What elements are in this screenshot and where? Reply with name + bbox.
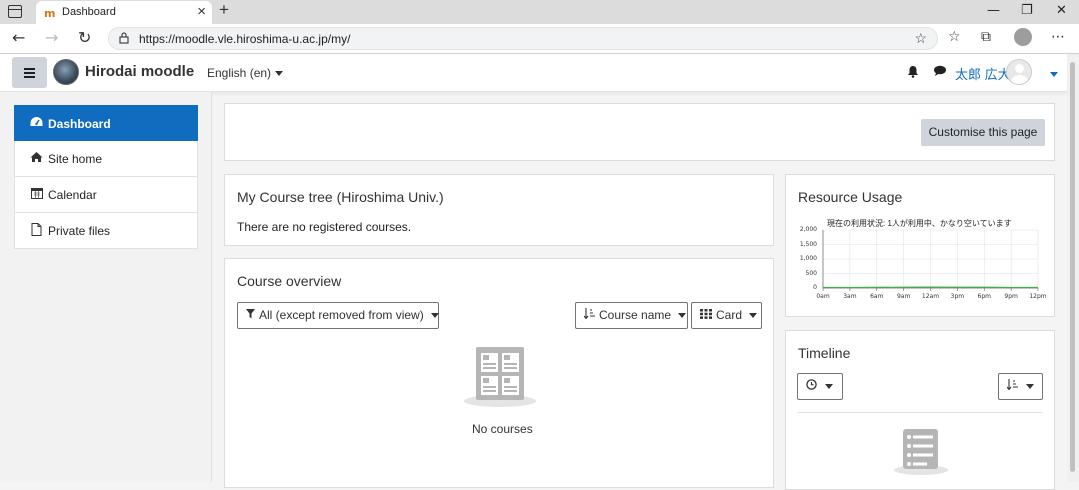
course-view-dropdown[interactable]: Card — [691, 302, 762, 329]
resource-usage-block: Resource Usage 現在の利用状況: 1人が利用中、かなり空いています… — [785, 174, 1055, 317]
calendar-icon — [30, 187, 43, 200]
timeline-title: Timeline — [798, 345, 850, 361]
nav-list: Dashboard Site home Calendar Private fil… — [14, 105, 198, 249]
course-sort-label: Course name — [599, 308, 671, 322]
course-tree-message: There are no registered courses. — [237, 220, 411, 234]
nav-drawer: Dashboard Site home Calendar Private fil… — [0, 92, 212, 482]
chevron-down-icon — [275, 71, 283, 76]
favorite-star-icon[interactable]: ☆ — [914, 30, 927, 47]
lock-icon — [119, 32, 129, 44]
grid-icon — [700, 303, 712, 328]
language-menu[interactable]: English (en) — [207, 66, 283, 80]
moodle-navbar: Hirodai moodle English (en) 太郎 広大 — [0, 54, 1067, 92]
chevron-down-icon — [1026, 384, 1034, 389]
chart-x-tick-label: 6pm — [974, 293, 994, 300]
home-icon — [30, 151, 43, 164]
bell-icon[interactable] — [907, 65, 919, 78]
chart-x-tick-label: 9pm — [1001, 293, 1021, 300]
page-scrollbar[interactable] — [1067, 54, 1079, 482]
chart-y-tick-label: 1,500 — [800, 241, 817, 248]
timeline-day-filter-dropdown[interactable] — [797, 373, 843, 400]
chart-x-tick-label: 12pm — [1028, 293, 1048, 300]
chart-y-tick-label: 2,000 — [800, 226, 817, 233]
timeline-block: Timeline — [785, 330, 1055, 490]
chart-x-tick-label: 9am — [894, 293, 914, 300]
sidebar-item-label: Calendar — [48, 188, 97, 202]
chevron-down-icon — [825, 384, 833, 389]
sidebar-item-label: Dashboard — [48, 117, 111, 131]
drawer-toggle-button[interactable] — [12, 57, 47, 88]
chevron-down-icon — [431, 313, 439, 318]
chart-x-tick-label: 0am — [813, 293, 833, 300]
page-header-card: Customise this page — [224, 103, 1055, 161]
customise-page-button[interactable]: Customise this page — [921, 119, 1045, 146]
collections-icon[interactable]: ⧉ — [981, 29, 991, 45]
course-filter-label: All (except removed from view) — [259, 308, 424, 322]
sidebar-item-private-files[interactable]: Private files — [14, 213, 198, 249]
timeline-sort-dropdown[interactable] — [998, 373, 1043, 400]
dashboard-icon — [30, 116, 43, 129]
chevron-down-icon — [749, 313, 757, 318]
close-tab-icon[interactable]: × — [197, 3, 206, 20]
chart-y-tick-label: 1,000 — [800, 255, 817, 262]
user-name[interactable]: 太郎 広大 — [955, 64, 1011, 83]
chart-x-tick-label: 6am — [867, 293, 887, 300]
filter-icon — [246, 303, 255, 328]
chart-y-tick-label: 0 — [813, 284, 817, 291]
file-icon — [30, 223, 43, 236]
site-name[interactable]: Hirodai moodle — [85, 63, 194, 80]
user-menu-chevron-icon[interactable] — [1046, 66, 1058, 81]
user-avatar[interactable] — [1006, 59, 1032, 85]
timeline-divider — [797, 412, 1043, 413]
browser-tab[interactable]: m Dashboard × — [36, 1, 212, 24]
profile-icon[interactable] — [1014, 28, 1032, 46]
tab-actions-icon[interactable] — [8, 5, 22, 18]
url-field[interactable]: https://moodle.vle.hiroshima-u.ac.jp/my/… — [108, 27, 938, 50]
url-text: https://moodle.vle.hiroshima-u.ac.jp/my/ — [139, 32, 350, 46]
more-options-icon[interactable]: ⋯ — [1051, 29, 1065, 45]
tab-title: Dashboard — [62, 6, 116, 18]
new-tab-icon[interactable]: + — [219, 0, 229, 20]
clock-icon — [806, 374, 817, 399]
chart-x-tick-label: 3pm — [947, 293, 967, 300]
no-events-illustration-icon — [893, 427, 949, 475]
course-overview-block: Course overview All (except removed from… — [224, 258, 774, 488]
close-window-icon[interactable]: ✕ — [1056, 3, 1067, 18]
course-filter-dropdown[interactable]: All (except removed from view) — [237, 302, 439, 329]
sidebar-item-label: Private files — [48, 224, 110, 238]
sidebar-item-site-home[interactable]: Site home — [14, 141, 198, 177]
course-sort-dropdown[interactable]: Course name — [575, 302, 688, 329]
course-view-label: Card — [716, 308, 742, 322]
back-icon[interactable]: ← — [12, 28, 25, 47]
refresh-icon[interactable]: ↻ — [78, 28, 91, 47]
site-logo[interactable] — [53, 59, 79, 85]
sidebar-item-calendar[interactable]: Calendar — [14, 177, 198, 213]
chart-y-tick-label: 500 — [806, 270, 817, 277]
chevron-down-icon — [678, 313, 686, 318]
no-courses-text: No courses — [472, 422, 533, 436]
no-courses-illustration-icon — [463, 345, 537, 409]
chart-x-tick-label: 12am — [921, 293, 941, 300]
favorites-icon[interactable]: ☆ — [948, 29, 961, 45]
language-label: English (en) — [207, 66, 271, 80]
forward-icon: → — [45, 28, 58, 47]
address-bar-row: ← → ↻ https://moodle.vle.hiroshima-u.ac.… — [0, 24, 1079, 54]
browser-tab-bar: m Dashboard × + — ❐ ✕ — [0, 0, 1079, 24]
course-tree-block: My Course tree (Hiroshima Univ.) There a… — [224, 174, 774, 246]
restore-icon[interactable]: ❐ — [1021, 3, 1033, 18]
sidebar-item-label: Site home — [48, 152, 102, 166]
scrollbar-thumb[interactable] — [1070, 62, 1075, 472]
sort-icon — [1007, 374, 1018, 399]
chart-x-tick-label: 3am — [840, 293, 860, 300]
messages-icon[interactable] — [933, 65, 947, 77]
sort-icon — [584, 303, 595, 328]
course-overview-title: Course overview — [237, 273, 341, 289]
moodle-favicon-icon: m — [44, 7, 55, 20]
course-tree-title: My Course tree (Hiroshima Univ.) — [237, 189, 444, 205]
minimize-icon[interactable]: — — [987, 3, 1000, 18]
sidebar-item-dashboard[interactable]: Dashboard — [14, 105, 198, 141]
